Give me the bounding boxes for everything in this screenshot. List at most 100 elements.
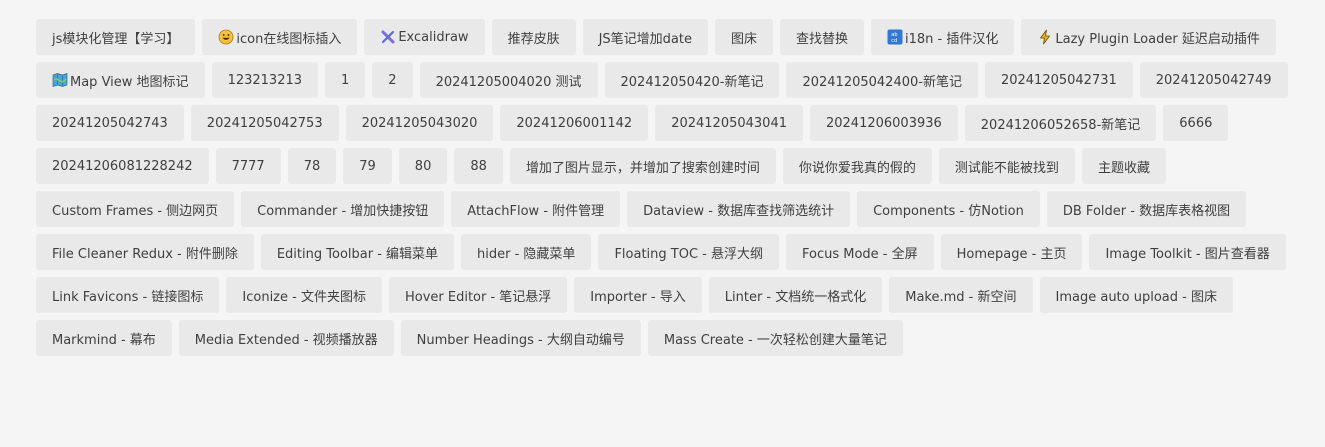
tag-item[interactable]: 20241205004020 测试	[419, 62, 598, 98]
tag-item[interactable]: 测试能不能被找到	[938, 148, 1075, 184]
tag-label: 20241206003936	[825, 115, 942, 131]
tag-list: js模块化管理【学习】 icon在线图标插入 Excalidraw 推荐皮肤 JS笔记增…	[36, 19, 1296, 356]
tag-item[interactable]: 你说你爱我真的假的	[782, 148, 932, 184]
tag-item[interactable]: 增加了图片显示，并增加了搜索创建时间	[509, 148, 776, 184]
tag-item[interactable]: 20241206081228242	[36, 148, 209, 184]
tag-label: Floating TOC - 悬浮大纲	[614, 246, 763, 262]
tag-label: 78	[303, 158, 321, 174]
tag-item[interactable]: Media Extended - 视频播放器	[178, 320, 394, 356]
tag-label: Custom Frames - 侧边网页	[52, 203, 219, 219]
tag-item[interactable]: Iconize - 文件夹图标	[226, 277, 382, 313]
tag-label: 123213213	[227, 72, 303, 88]
tag-item[interactable]: Lazy Plugin Loader 延迟启动插件	[1021, 19, 1276, 55]
tag-item[interactable]: 79	[343, 148, 392, 184]
tag-label: 20241205042743	[52, 115, 168, 131]
tag-label: Image Toolkit - 图片查看器	[1105, 246, 1270, 262]
tag-item[interactable]: hider - 隐藏菜单	[461, 234, 592, 270]
tag-item[interactable]: Components - 仿Notion	[857, 191, 1040, 227]
tag-item[interactable]: 图床	[714, 19, 773, 55]
tag-item[interactable]: Homepage - 主页	[940, 234, 1083, 270]
tag-label: 增加了图片显示，并增加了搜索创建时间	[525, 160, 760, 176]
tag-item[interactable]: 6666	[1163, 105, 1229, 141]
tag-item[interactable]: icon在线图标插入	[202, 19, 358, 55]
tag-label: Mass Create - 一次轻松创建大量笔记	[663, 332, 887, 348]
tag-item[interactable]: JS笔记增加date	[582, 19, 708, 55]
tag-label: 2	[388, 72, 397, 88]
tag-item[interactable]: Commander - 增加快捷按钮	[241, 191, 445, 227]
tag-item[interactable]: 查找替换	[780, 19, 865, 55]
tag-label: File Cleaner Redux - 附件删除	[52, 246, 238, 262]
tag-label: Number Headings - 大纲自动编号	[416, 332, 625, 348]
tag-item[interactable]: Focus Mode - 全屏	[786, 234, 934, 270]
tag-item[interactable]: 20241205042731	[984, 62, 1133, 98]
tag-label: Excalidraw	[398, 29, 469, 45]
tag-item[interactable]: 20241205043020	[345, 105, 494, 141]
tag-label: Commander - 增加快捷按钮	[257, 203, 429, 219]
tag-label: DB Folder - 数据库表格视图	[1062, 203, 1231, 219]
tag-label: Importer - 导入	[590, 289, 686, 305]
tag-label: 88	[470, 158, 487, 174]
tag-item[interactable]: Link Favicons - 链接图标	[36, 277, 220, 313]
tag-item[interactable]: Image auto upload - 图床	[1039, 277, 1233, 313]
tag-label: JS笔记增加date	[598, 31, 692, 47]
tag-item[interactable]: 88	[454, 148, 503, 184]
tag-item[interactable]: 80	[398, 148, 448, 184]
svg-text:cd: cd	[891, 38, 897, 44]
tag-label: Make.md - 新空间	[905, 289, 1017, 305]
tag-item[interactable]: 7777	[215, 148, 281, 184]
tag-item[interactable]: Linter - 文档统一格式化	[708, 277, 883, 313]
tag-item[interactable]: DB Folder - 数据库表格视图	[1046, 191, 1247, 227]
tag-label: 20241205042753	[206, 115, 323, 131]
tag-label: Homepage - 主页	[956, 246, 1067, 262]
tag-item[interactable]: Image Toolkit - 图片查看器	[1089, 234, 1286, 270]
tag-item[interactable]: 主题收藏	[1081, 148, 1166, 184]
tag-item[interactable]: Number Headings - 大纲自动编号	[400, 320, 641, 356]
tag-label: Lazy Plugin Loader 延迟启动插件	[1055, 31, 1260, 47]
tag-label: 202412050420-新笔记	[620, 74, 764, 90]
tag-label: 推荐皮肤	[507, 31, 560, 47]
tag-label: 79	[359, 158, 376, 174]
tag-label: 20241206052658-新笔记	[980, 117, 1141, 133]
tag-label: 20241205043041	[671, 115, 787, 131]
tag-item[interactable]: Make.md - 新空间	[889, 277, 1033, 313]
tag-item[interactable]: Custom Frames - 侧边网页	[36, 191, 235, 227]
tag-item[interactable]: Importer - 导入	[574, 277, 702, 313]
tag-label: Focus Mode - 全屏	[802, 246, 918, 262]
excalidraw-icon	[380, 29, 396, 45]
tag-label: 你说你爱我真的假的	[798, 160, 916, 176]
tag-item[interactable]: 20241205042743	[36, 105, 184, 141]
tag-item[interactable]: Dataview - 数据库查找筛选统计	[627, 191, 851, 227]
tag-item[interactable]: Hover Editor - 笔记悬浮	[388, 277, 568, 313]
tag-item[interactable]: 2	[372, 62, 413, 98]
tag-item[interactable]: 1	[325, 62, 366, 98]
tag-label: 20241205042749	[1155, 72, 1272, 88]
tag-item[interactable]: Markmind - 幕布	[36, 320, 172, 356]
tag-item[interactable]: 推荐皮肤	[491, 19, 576, 55]
tag-label: Map View 地图标记	[70, 74, 189, 90]
tag-item[interactable]: Excalidraw	[364, 19, 485, 55]
tag-label: js模块化管理【学习】	[52, 31, 180, 47]
tag-item[interactable]: Editing Toolbar - 编辑菜单	[260, 234, 455, 270]
tag-item[interactable]: 20241205042749	[1139, 62, 1288, 98]
tag-item[interactable]: 20241206003936	[809, 105, 958, 141]
tag-item[interactable]: 20241205042753	[190, 105, 339, 141]
tag-item[interactable]: 78	[287, 148, 337, 184]
tag-item[interactable]: Floating TOC - 悬浮大纲	[598, 234, 779, 270]
tag-label: i18n - 插件汉化	[905, 31, 999, 47]
tag-item[interactable]: 20241205043041	[655, 105, 803, 141]
tag-label: 20241205042731	[1000, 72, 1117, 88]
tag-item[interactable]: Mass Create - 一次轻松创建大量笔记	[647, 320, 903, 356]
tag-item[interactable]: ab cd i18n - 插件汉化	[871, 19, 1015, 55]
tag-item[interactable]: AttachFlow - 附件管理	[451, 191, 621, 227]
tag-item[interactable]: js模块化管理【学习】	[36, 19, 196, 55]
tag-label: 80	[414, 158, 432, 174]
tag-item[interactable]: 20241206052658-新笔记	[964, 105, 1157, 141]
abcd-icon: ab cd	[887, 29, 903, 45]
tag-label: 20241206081228242	[52, 158, 193, 174]
tag-item[interactable]: 20241206001142	[500, 105, 649, 141]
tag-item[interactable]: File Cleaner Redux - 附件删除	[36, 234, 254, 270]
tag-item[interactable]: 123213213	[211, 62, 319, 98]
tag-item[interactable]: 20241205042400-新笔记	[786, 62, 978, 98]
tag-item[interactable]: Map View 地图标记	[36, 62, 205, 98]
tag-item[interactable]: 202412050420-新笔记	[604, 62, 780, 98]
